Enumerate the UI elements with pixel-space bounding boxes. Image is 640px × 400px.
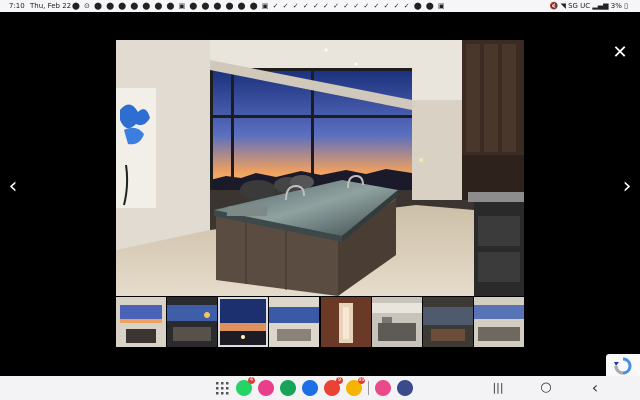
thumbnail[interactable]: [269, 297, 320, 347]
chevron-left-icon: ‹: [8, 174, 18, 199]
thumbnail[interactable]: [473, 297, 524, 347]
app-dock: 4 9 99: [214, 377, 413, 397]
photo-viewer: ‹ › ✕: [0, 12, 640, 384]
chevron-right-icon: ›: [622, 174, 632, 199]
status-time: 7:10: [9, 2, 25, 10]
thumbnail[interactable]: [167, 297, 218, 347]
recaptcha-icon: [614, 357, 632, 375]
settings-app-icon[interactable]: [397, 380, 413, 396]
mute-icon: 🔇: [549, 2, 559, 10]
status-bar: 7:10 Thu, Feb 22 ⬤ ⊙ ⬤ ⬤ ⬤ ⬤ ⬤ ⬤ ⬤ ▣ ⬤ ⬤…: [0, 0, 640, 12]
thumbnail[interactable]: [422, 297, 473, 347]
apps-grid-app-icon[interactable]: [214, 380, 230, 396]
recents-button[interactable]: |||: [486, 376, 510, 400]
thumbnail[interactable]: [116, 297, 166, 347]
thumbnail[interactable]: [218, 297, 269, 347]
wifi-icon: ◥: [560, 2, 566, 10]
recents-icon: |||: [492, 381, 504, 394]
status-date: Thu, Feb 22: [30, 2, 72, 10]
home-icon: ○: [540, 380, 552, 395]
battery-icon: ▯: [624, 2, 628, 10]
phone-app-icon[interactable]: [258, 380, 274, 396]
status-right: 🔇 ◥ SG UC ▂▄▆ 3% ▯: [549, 0, 628, 12]
next-photo-button[interactable]: ›: [617, 172, 637, 202]
chrome-app-icon[interactable]: 99: [346, 377, 365, 396]
navigation-bar: 4 9 99 ||| ○ ‹: [0, 376, 640, 400]
flower-app-app-icon[interactable]: [375, 380, 391, 396]
close-icon: ✕: [612, 42, 628, 63]
notification-badge: 9: [336, 377, 343, 384]
gmail-app-icon[interactable]: 9: [324, 377, 343, 396]
status-carrier: SG UC: [568, 2, 591, 10]
whatsapp-app-icon[interactable]: 4: [236, 377, 255, 396]
contacts-app-icon[interactable]: [280, 380, 296, 396]
notification-badge: 99: [358, 377, 365, 384]
thumbnail[interactable]: [320, 297, 371, 347]
kitchen-photo: [116, 40, 524, 296]
messages-app-icon[interactable]: [302, 380, 318, 396]
back-icon: ‹: [591, 378, 599, 397]
thumbnail-strip: [116, 297, 524, 347]
signal-icon: ▂▄▆: [592, 2, 609, 10]
previous-photo-button[interactable]: ‹: [3, 172, 23, 202]
close-viewer-button[interactable]: ✕: [610, 43, 630, 63]
dock-divider: [368, 381, 369, 395]
main-photo: [116, 40, 524, 296]
back-button[interactable]: ‹: [583, 376, 607, 400]
notification-badge: 4: [248, 377, 255, 384]
home-button[interactable]: ○: [534, 376, 558, 400]
status-battery: 3%: [610, 2, 622, 10]
thumbnail[interactable]: [371, 297, 422, 347]
notification-icons: ⬤ ⊙ ⬤ ⬤ ⬤ ⬤ ⬤ ⬤ ⬤ ▣ ⬤ ⬤ ⬤ ⬤ ⬤ ⬤ ▣ ✓ ✓ ✓ …: [72, 2, 446, 10]
